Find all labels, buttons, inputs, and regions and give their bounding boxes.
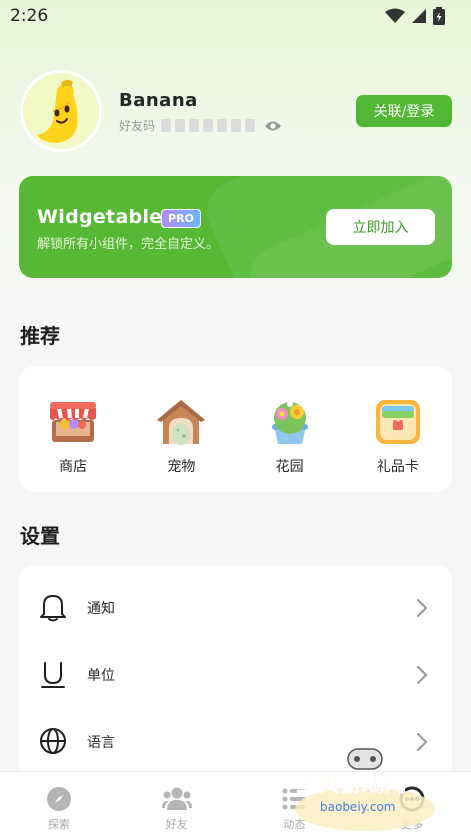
status-icons — [385, 7, 445, 25]
wifi-icon — [385, 8, 405, 23]
eye-icon[interactable] — [264, 120, 282, 132]
banana-avatar-icon — [37, 79, 78, 143]
friend-code-mask — [231, 119, 242, 132]
recommended-item-label: 花园 — [275, 459, 304, 475]
recommended-item-label: 商店 — [59, 459, 88, 475]
friend-code-mask — [217, 119, 228, 132]
nav-item-friends[interactable]: 好友 — [118, 772, 236, 837]
link-login-button[interactable]: 关联/登录 — [356, 95, 452, 127]
battery-icon — [433, 7, 445, 25]
join-now-button[interactable]: 立即加入 — [326, 209, 435, 245]
settings-item-label: 单位 — [87, 668, 115, 684]
gift-card-icon — [375, 400, 420, 444]
pro-banner[interactable]: Widgetable PRO 解锁所有小组件，完全自定义。 立即加入 — [19, 176, 452, 278]
watermark-logo: 宝贝游戏网 baobeiy.com — [295, 748, 435, 831]
recommended-card: 商店 宠物 花园 礼品卡 — [19, 366, 452, 492]
recommended-item-gift-card[interactable]: 礼品卡 — [344, 366, 452, 492]
settings-item-label: 通知 — [87, 601, 115, 617]
settings-item-notifications[interactable]: 通知 — [19, 578, 452, 638]
friend-code-mask — [189, 119, 200, 132]
pet-house-icon — [157, 400, 206, 445]
bell-icon — [40, 595, 66, 622]
status-time: 2:26 — [10, 6, 49, 26]
pro-subtitle: 解锁所有小组件，完全自定义。 — [37, 237, 220, 252]
chevron-right-icon — [416, 665, 428, 685]
shop-icon — [50, 402, 97, 442]
friend-code-mask — [203, 119, 214, 132]
globe-icon — [40, 728, 66, 754]
status-bar: 2:26 — [0, 0, 471, 34]
recommended-item-label: 礼品卡 — [376, 459, 419, 475]
pro-title: Widgetable — [37, 206, 163, 228]
watermark-title: 宝贝游戏网 — [296, 771, 406, 797]
nav-label: 探索 — [47, 818, 70, 831]
friend-code-mask — [161, 119, 172, 132]
recommended-item-label: 宠物 — [167, 459, 196, 475]
garden-flower-icon — [271, 401, 308, 444]
watermark-url: baobeiy.com — [320, 800, 395, 814]
profile-header: Banana 好友码 关联/登录 — [20, 70, 452, 152]
settings-title: 设置 — [20, 524, 60, 548]
signal-icon — [412, 9, 426, 23]
chevron-right-icon — [416, 598, 428, 618]
friend-code-mask — [175, 119, 186, 132]
nav-item-explore[interactable]: 探索 — [0, 772, 118, 837]
friend-code-label: 好友码 — [119, 119, 156, 133]
pro-badge: PRO — [161, 209, 201, 228]
friend-code-mask — [245, 119, 256, 132]
nav-label: 好友 — [165, 818, 188, 831]
friends-icon — [161, 787, 192, 810]
recommended-item-garden[interactable]: 花园 — [236, 366, 344, 492]
username: Banana — [119, 90, 198, 111]
recommended-title: 推荐 — [20, 324, 60, 348]
settings-item-label: 语言 — [87, 735, 115, 751]
settings-item-units[interactable]: 单位 — [19, 645, 452, 705]
avatar[interactable] — [20, 70, 102, 152]
recommended-item-pet[interactable]: 宠物 — [127, 366, 235, 492]
unit-icon — [41, 662, 65, 688]
compass-icon — [46, 787, 71, 811]
friend-code-row: 好友码 — [119, 117, 282, 134]
recommended-item-shop[interactable]: 商店 — [19, 366, 127, 492]
